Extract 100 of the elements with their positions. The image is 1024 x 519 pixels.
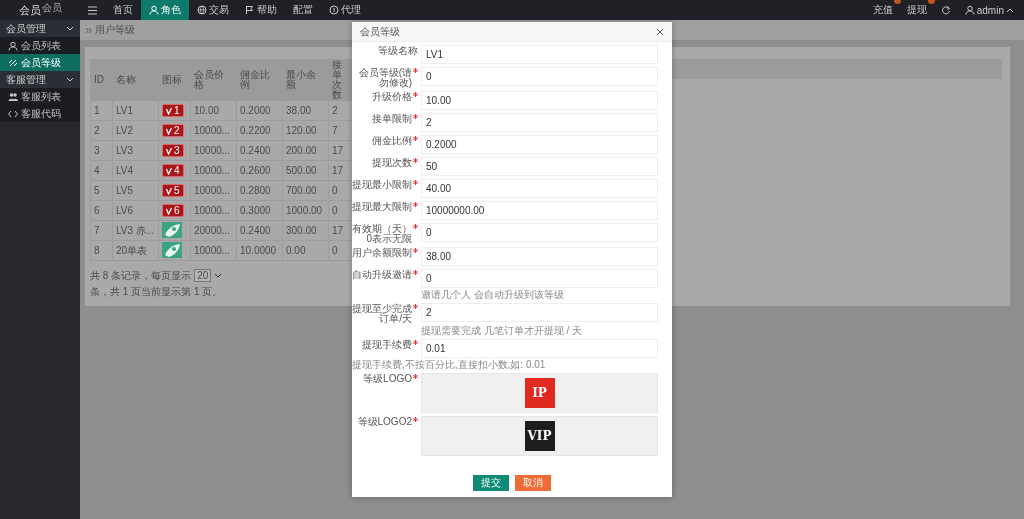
upload-panel[interactable]: IP [421, 373, 658, 413]
table-cell: 0.2000 [236, 100, 283, 121]
input-field[interactable]: 40.00 [421, 179, 658, 198]
input-field[interactable]: 50 [421, 157, 658, 176]
close-icon[interactable] [656, 27, 664, 36]
table-cell: 0.2800 [236, 180, 283, 201]
field-label: 等级LOGO [363, 374, 412, 384]
caret-icon[interactable] [1006, 6, 1014, 14]
field-label: 升级价格 [372, 92, 412, 102]
input-field[interactable]: 2 [421, 113, 658, 132]
input-field[interactable]: 2 [421, 303, 658, 322]
badge-number: 1 [174, 105, 180, 116]
field-hint: 提现需要完成 几笔订单才开提现 / 天 [421, 325, 584, 336]
check-mark-icon [166, 186, 172, 195]
upload-panel[interactable]: VIP [421, 416, 658, 456]
table-cell: 10000... [190, 120, 237, 141]
top-link[interactable]: 充值 [872, 4, 893, 15]
badge-number: 5 [174, 185, 180, 196]
pager-text: 条，共 1 页当前显示第 1 页。 [90, 285, 223, 298]
input-field[interactable]: 0.01 [421, 339, 658, 358]
table-cell: 20000... [190, 220, 237, 241]
app-logo: 会员 [18, 2, 41, 18]
person-icon [149, 5, 159, 15]
person-icon [8, 40, 18, 51]
nav-tab[interactable]: 配置 [285, 0, 321, 20]
caret-icon[interactable] [214, 272, 223, 279]
table-cell: 38.00 [282, 100, 329, 121]
column-header: 会员价格 [190, 59, 237, 101]
table-cell: 0.3000 [236, 200, 283, 221]
table-cell: 10000... [190, 200, 237, 221]
dialog-title: 会员等级 [360, 24, 400, 39]
table-cell: 200.00 [282, 140, 329, 161]
field-label: 提现次数 [372, 158, 412, 168]
sidebar-item[interactable]: 会员等级 [0, 54, 80, 71]
table-cell: 8 [90, 240, 113, 261]
table-cell: 20单表 [112, 240, 159, 261]
table-cell: 0.2400 [236, 140, 283, 161]
check-mark-icon [166, 126, 172, 135]
flag-icon [245, 5, 255, 15]
chevron-icon[interactable] [66, 76, 74, 83]
refresh-icon[interactable] [940, 5, 951, 15]
table-cell: 4 [90, 160, 113, 181]
sidebar-item[interactable]: 会员列表 [0, 37, 80, 54]
nav-tab[interactable]: 交易 [189, 0, 237, 20]
page-size-select[interactable]: 20 [194, 269, 212, 282]
table-cell: 3 [90, 140, 113, 161]
logo-image: IP [524, 378, 555, 408]
table-cell: LV4 [112, 160, 159, 181]
input-field[interactable]: LV1 [421, 45, 658, 64]
logo-superscript: 会员 [41, 1, 62, 15]
sidebar-item[interactable]: 客服列表 [0, 88, 80, 105]
input-field[interactable]: 0 [421, 269, 658, 288]
column-header: 图标 [158, 59, 191, 101]
table-cell: LV3 赤... [112, 220, 159, 241]
field-hint: 提现手续费,不按百分比,直接扣小数,如: 0.01 [352, 359, 547, 370]
table-cell: 10000... [190, 180, 237, 201]
table-cell: LV5 [112, 180, 159, 201]
badge-number: 3 [174, 145, 180, 156]
submit-button[interactable]: 提交 [473, 475, 509, 491]
users-icon [8, 91, 18, 102]
table-cell: LV6 [112, 200, 159, 221]
column-header: 名称 [112, 59, 159, 101]
code-icon [8, 108, 18, 119]
field-label: 自动升级邀请 [352, 270, 412, 280]
nav-tab[interactable]: 角色 [141, 0, 189, 20]
check-mark-icon [166, 166, 172, 175]
table-cell: 10.00 [190, 100, 237, 121]
table-cell: 0.2400 [236, 220, 283, 241]
field-label: 会员等级(请勿修改) [357, 68, 412, 88]
table-cell: 5 [90, 180, 113, 201]
input-field[interactable]: 0 [421, 223, 658, 242]
globe-icon [197, 5, 207, 15]
badge-number: 6 [174, 205, 180, 216]
circle-icon [329, 5, 339, 15]
input-field[interactable]: 10.00 [421, 91, 658, 110]
check-mark-icon [166, 206, 172, 215]
table-cell: 10000... [190, 140, 237, 161]
nav-tab[interactable]: 代理 [321, 0, 369, 20]
field-label: 等级LOGO2 [357, 417, 412, 427]
table-cell: 10.0000 [236, 240, 283, 261]
badge-number: 2 [174, 125, 180, 136]
table-cell: LV3 [112, 140, 159, 161]
menu-icon[interactable] [88, 5, 97, 15]
nav-tab[interactable]: 帮助 [237, 0, 285, 20]
input-field[interactable]: 0.2000 [421, 135, 658, 154]
table-cell: 1000.00 [282, 200, 329, 221]
input-field[interactable]: 10000000.00 [421, 201, 658, 220]
input-field[interactable]: 0 [421, 67, 658, 86]
user-menu[interactable]: admin [976, 4, 1004, 16]
input-field[interactable]: 38.00 [421, 247, 658, 266]
sidebar-item[interactable]: 客服代码 [0, 105, 80, 122]
table-cell: 1 [90, 100, 113, 121]
person-icon [964, 5, 975, 15]
chevron-icon[interactable] [66, 25, 74, 32]
top-link[interactable]: 提现 [906, 4, 927, 15]
nav-tab[interactable]: 首页 [105, 0, 141, 20]
column-header: 佣金比例 [236, 59, 283, 101]
table-cell: 10000... [190, 160, 237, 181]
breadcrumb: 用户等级 [95, 23, 135, 37]
table-cell: 120.00 [282, 120, 329, 141]
